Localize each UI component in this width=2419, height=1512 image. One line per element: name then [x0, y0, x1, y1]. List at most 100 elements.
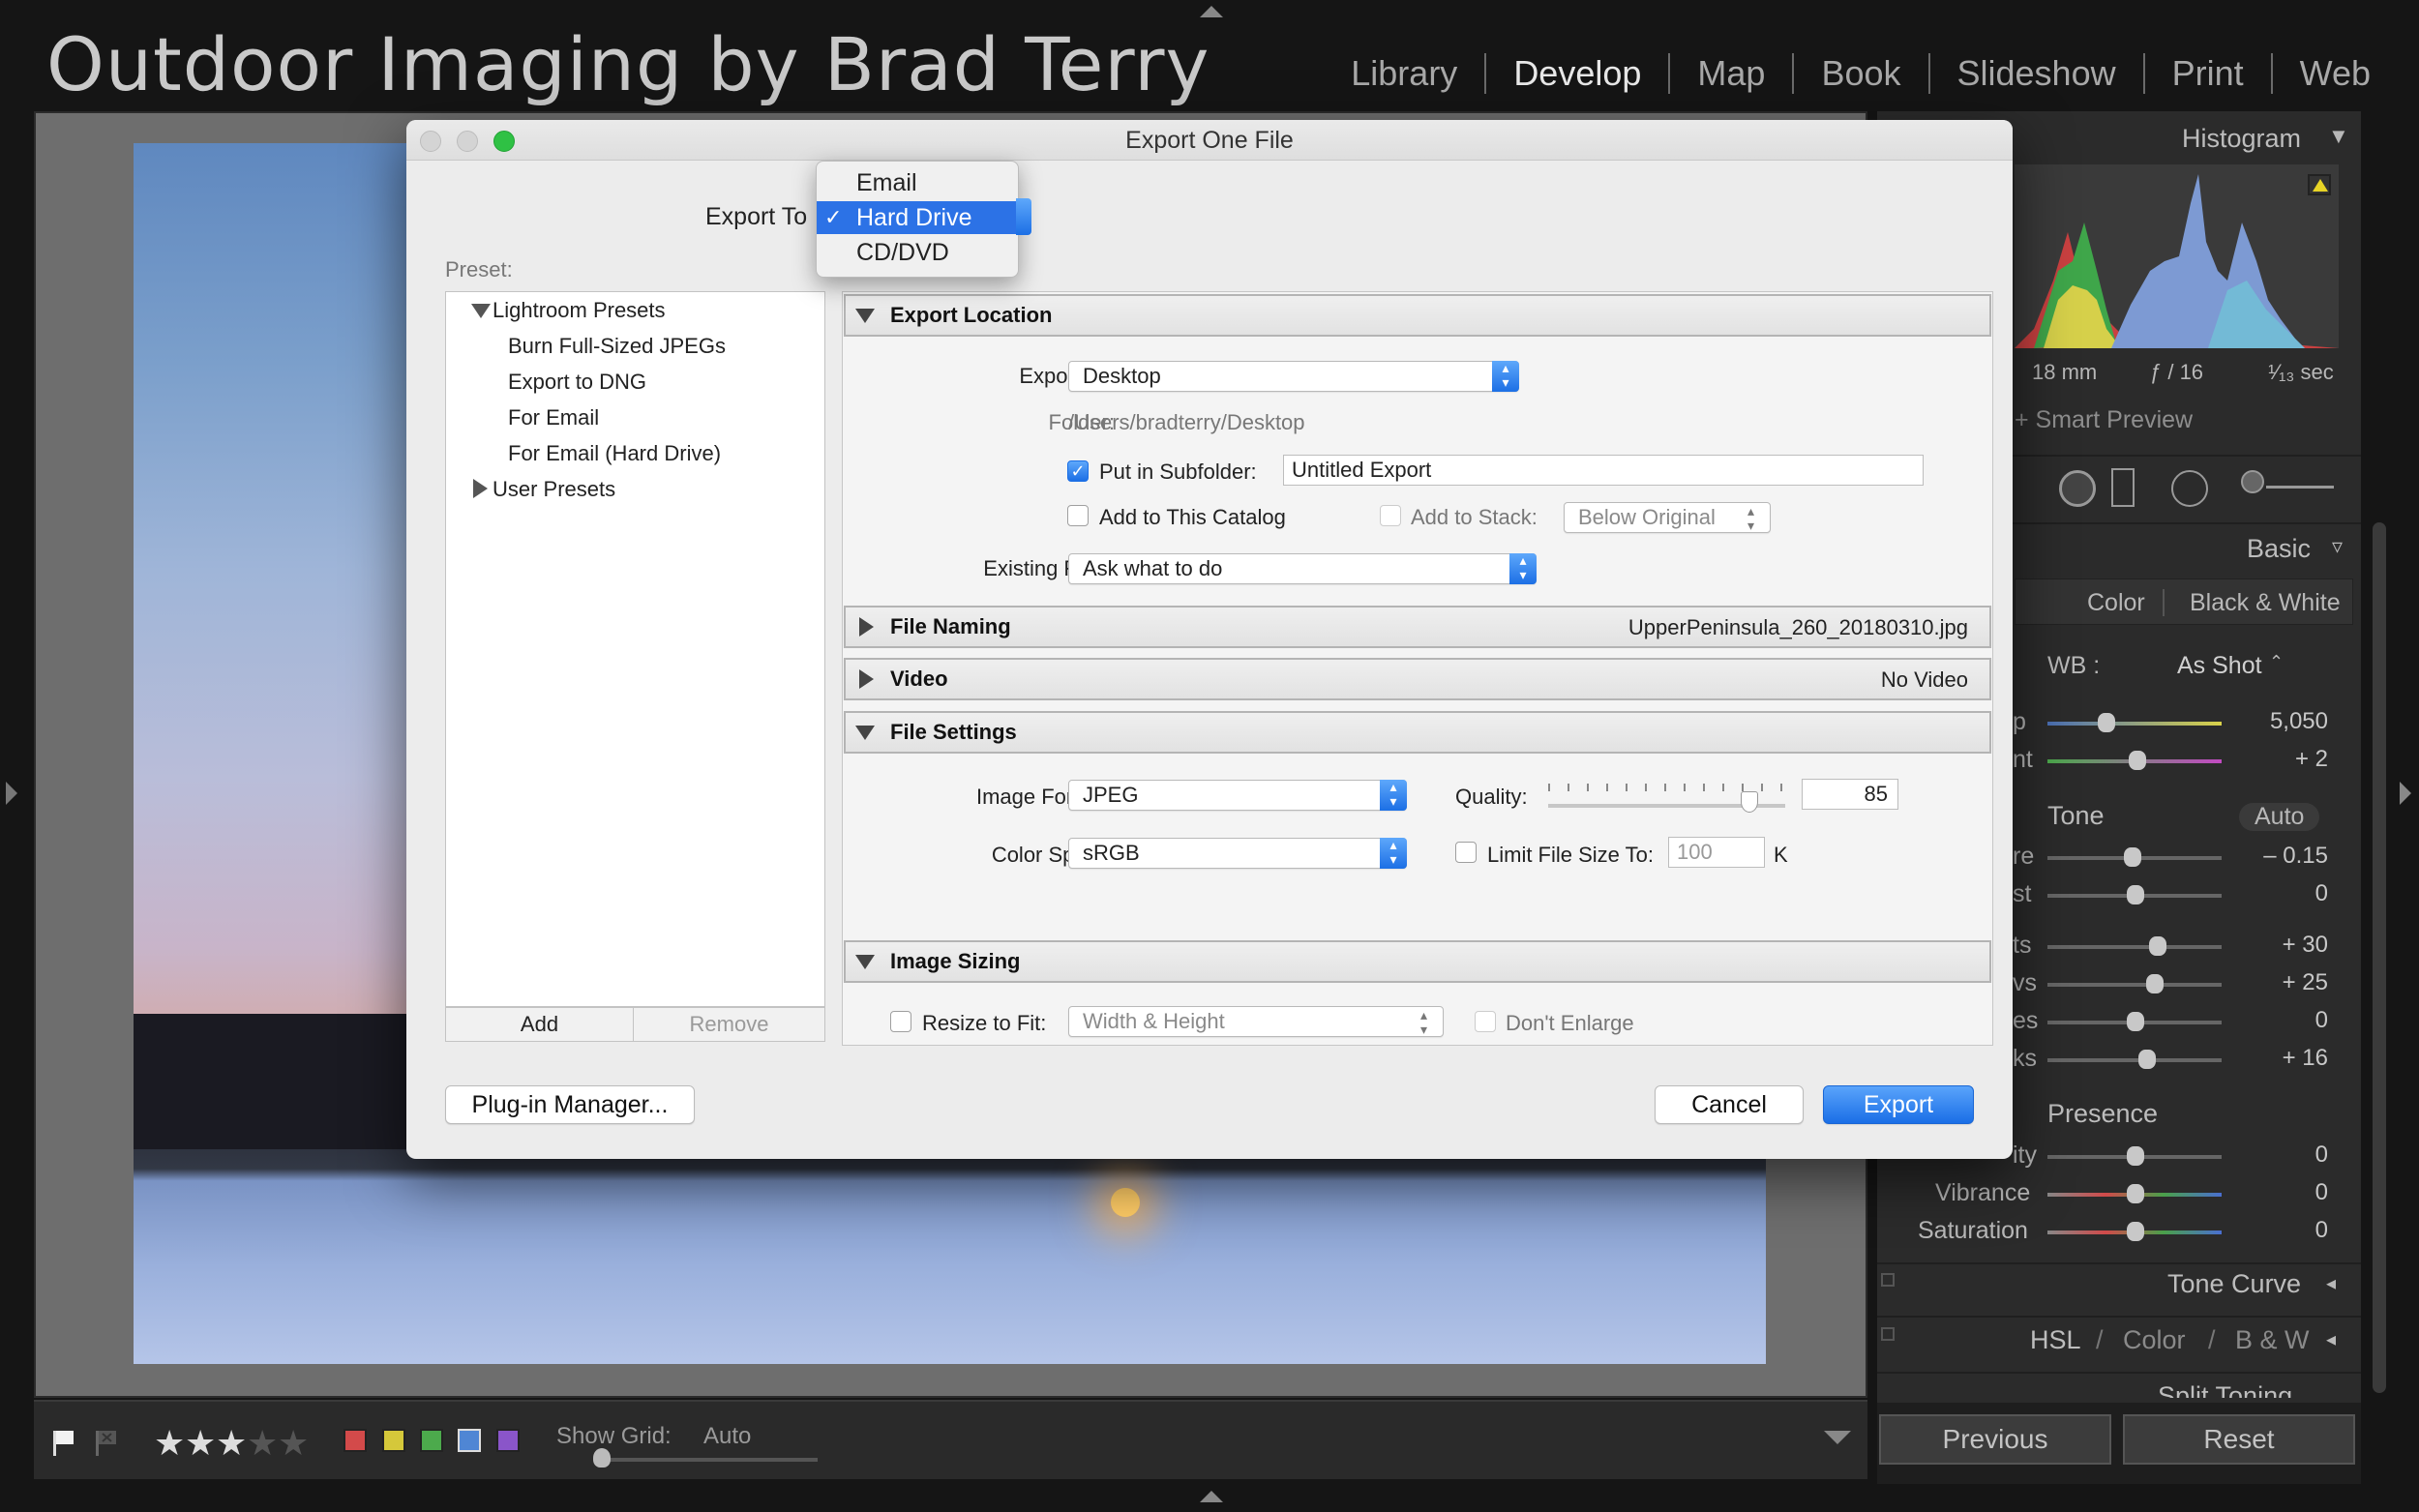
- quality-knob[interactable]: [1741, 791, 1758, 813]
- filmstrip-toggle-icon[interactable]: [1200, 1491, 1223, 1502]
- location-export-to-arrows-icon[interactable]: ▴ ▾: [1492, 361, 1519, 392]
- module-library[interactable]: Library: [1324, 53, 1484, 94]
- resize-mode-select[interactable]: Width & Height: [1068, 1006, 1444, 1037]
- clarity-value[interactable]: 0: [2251, 1141, 2328, 1169]
- histogram-title[interactable]: Histogram: [2182, 124, 2301, 154]
- subfolder-name-input[interactable]: Untitled Export: [1283, 455, 1924, 486]
- stack-position-arrows-icon[interactable]: ▴ ▾: [1747, 504, 2007, 533]
- star-5-icon[interactable]: ★: [278, 1423, 309, 1464]
- expand-user-presets-icon[interactable]: [473, 479, 488, 498]
- wb-select-arrows-icon[interactable]: ⌃: [2269, 652, 2284, 672]
- previous-button[interactable]: Previous: [1879, 1414, 2111, 1465]
- split-toning-panel-title[interactable]: Split Toning: [2158, 1381, 2292, 1398]
- left-panel-toggle-icon[interactable]: [6, 782, 17, 805]
- basic-panel-switch-icon[interactable]: ▿: [2332, 534, 2343, 559]
- blacks-knob[interactable]: [2138, 1050, 2156, 1069]
- star-2-icon[interactable]: ★: [185, 1423, 216, 1464]
- bw-tab[interactable]: B & W: [2235, 1325, 2310, 1355]
- right-panel-scrollbar[interactable]: [2373, 522, 2386, 1393]
- preset-item[interactable]: Burn Full-Sized JPEGs: [508, 334, 726, 359]
- basic-panel-title[interactable]: Basic: [2247, 534, 2311, 564]
- limit-file-size-checkbox[interactable]: [1455, 842, 1477, 863]
- spot-removal-icon[interactable]: [2111, 468, 2135, 507]
- shadows-value[interactable]: + 25: [2251, 969, 2328, 996]
- color-space-select[interactable]: sRGB: [1068, 838, 1407, 869]
- image-format-select[interactable]: JPEG: [1068, 780, 1407, 811]
- toolbar-menu-icon[interactable]: [1824, 1431, 1851, 1444]
- star-4-icon[interactable]: ★: [247, 1423, 278, 1464]
- hsl-toggle[interactable]: [1881, 1327, 1895, 1341]
- label-purple-icon[interactable]: [496, 1429, 520, 1452]
- vibrance-value[interactable]: 0: [2251, 1179, 2328, 1206]
- popup-option-email[interactable]: Email: [817, 166, 1020, 199]
- top-panel-toggle-icon[interactable]: [1200, 6, 1223, 17]
- whites-value[interactable]: 0: [2251, 1007, 2328, 1034]
- contrast-value[interactable]: 0: [2251, 880, 2328, 907]
- wb-select[interactable]: As Shot: [2177, 652, 2262, 680]
- clarity-knob[interactable]: [2127, 1146, 2144, 1166]
- resize-to-fit-checkbox[interactable]: [890, 1011, 911, 1032]
- tint-knob[interactable]: [2129, 751, 2146, 770]
- right-panel-toggle-icon[interactable]: [2400, 782, 2411, 805]
- video-header[interactable]: Video: [844, 658, 1991, 700]
- grid-opacity-knob[interactable]: [593, 1448, 611, 1468]
- module-web[interactable]: Web: [2270, 53, 2398, 94]
- hsl-tab[interactable]: HSL: [2030, 1325, 2081, 1355]
- treatment-color[interactable]: Color: [2087, 589, 2145, 617]
- show-grid-select[interactable]: Auto: [703, 1423, 751, 1450]
- popup-option-cd-dvd[interactable]: CD/DVD: [817, 236, 1020, 269]
- dont-enlarge-checkbox[interactable]: [1475, 1011, 1496, 1032]
- tint-value[interactable]: + 2: [2251, 746, 2328, 773]
- hsl-collapse-icon[interactable]: ◂: [2326, 1327, 2336, 1351]
- expand-video-icon[interactable]: [859, 669, 874, 689]
- exposure-value[interactable]: – 0.15: [2251, 843, 2328, 870]
- tone-curve-collapse-icon[interactable]: ◂: [2326, 1271, 2336, 1295]
- temp-slider[interactable]: [2047, 722, 2222, 726]
- collapse-image-sizing-icon[interactable]: [855, 955, 875, 969]
- preset-item[interactable]: Export to DNG: [508, 370, 646, 395]
- export-location-header[interactable]: Export Location: [844, 294, 1991, 337]
- exposure-knob[interactable]: [2124, 847, 2141, 867]
- user-presets-group[interactable]: User Presets: [493, 477, 615, 502]
- highlights-value[interactable]: + 30: [2251, 932, 2328, 959]
- blacks-value[interactable]: + 16: [2251, 1045, 2328, 1072]
- collapse-file-settings-icon[interactable]: [855, 726, 875, 740]
- cancel-button[interactable]: Cancel: [1655, 1085, 1804, 1124]
- preset-item[interactable]: For Email: [508, 405, 599, 430]
- expand-file-naming-icon[interactable]: [859, 617, 874, 637]
- remove-preset-button[interactable]: Remove: [633, 1007, 825, 1042]
- subfolder-checkbox[interactable]: ✓: [1067, 460, 1089, 482]
- flag-pick-icon[interactable]: [51, 1429, 76, 1458]
- color-tab[interactable]: Color: [2123, 1325, 2186, 1355]
- red-eye-icon[interactable]: [2171, 470, 2208, 507]
- add-to-catalog-checkbox[interactable]: [1067, 505, 1089, 526]
- crop-tool-icon[interactable]: [2059, 470, 2096, 507]
- module-map[interactable]: Map: [1668, 53, 1792, 94]
- label-green-icon[interactable]: [420, 1429, 443, 1452]
- export-to-select-arrow-icon[interactable]: [1016, 198, 1031, 235]
- lightroom-presets-group[interactable]: Lightroom Presets: [493, 298, 666, 323]
- label-yellow-icon[interactable]: [382, 1429, 405, 1452]
- existing-files-select[interactable]: Ask what to do: [1068, 553, 1537, 584]
- smart-preview-status[interactable]: + Smart Preview: [2015, 406, 2193, 434]
- vibrance-knob[interactable]: [2127, 1184, 2144, 1203]
- export-button[interactable]: Export: [1823, 1085, 1974, 1124]
- tone-curve-panel-title[interactable]: Tone Curve: [2167, 1269, 2301, 1299]
- shadows-knob[interactable]: [2146, 974, 2164, 993]
- module-develop[interactable]: Develop: [1484, 53, 1668, 94]
- temp-knob[interactable]: [2098, 713, 2115, 732]
- highlights-slider[interactable]: [2047, 945, 2222, 949]
- add-preset-button[interactable]: Add: [445, 1007, 634, 1042]
- temp-value[interactable]: 5,050: [2251, 708, 2328, 735]
- plugin-manager-button[interactable]: Plug-in Manager...: [445, 1085, 695, 1124]
- image-sizing-header[interactable]: Image Sizing: [844, 940, 1991, 983]
- collapse-export-location-icon[interactable]: [855, 309, 875, 323]
- existing-files-arrows-icon[interactable]: ▴ ▾: [1509, 553, 1537, 584]
- blacks-slider[interactable]: [2047, 1058, 2222, 1062]
- limit-file-size-input[interactable]: 100: [1668, 837, 1765, 868]
- color-space-arrows-icon[interactable]: ▴ ▾: [1380, 838, 1407, 869]
- treatment-black-white[interactable]: Black & White: [2190, 589, 2341, 617]
- contrast-knob[interactable]: [2127, 885, 2144, 904]
- quality-input[interactable]: 85: [1802, 779, 1898, 810]
- star-3-icon[interactable]: ★: [216, 1423, 247, 1464]
